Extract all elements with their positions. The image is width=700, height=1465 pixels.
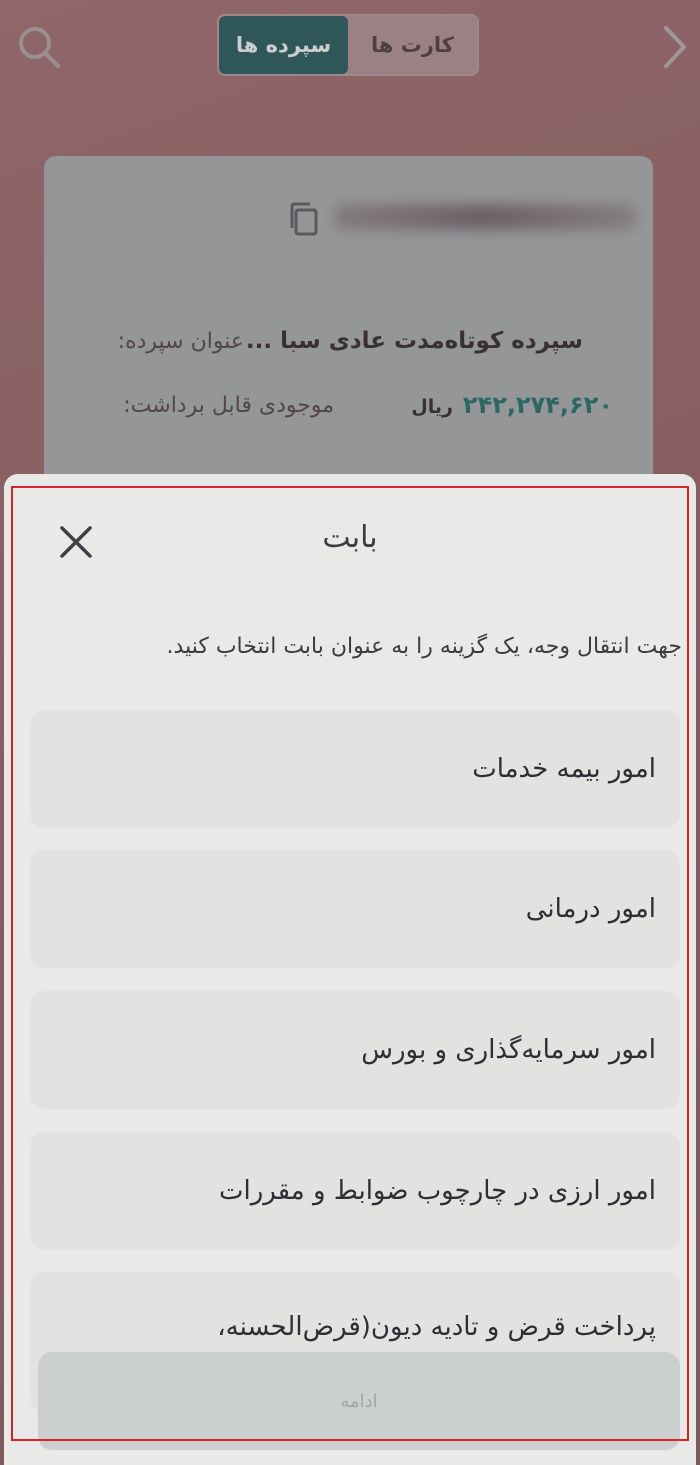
tab-deposits[interactable]: سپرده ها [219, 16, 348, 74]
option-medical[interactable]: امور درمانی [30, 850, 680, 968]
option-insurance-services[interactable]: امور بیمه خدمات [30, 710, 680, 828]
balance-unit: ریال [411, 396, 453, 418]
balance-label: موجودی قابل برداشت: [123, 392, 334, 418]
sheet-instruction: جهت انتقال وجه، یک گزینه را به عنوان باب… [166, 634, 682, 659]
close-icon[interactable] [56, 522, 96, 562]
deposit-title-row: عنوان سپرده: سپرده کوتاه‌مدت عادی سبا ..… [84, 328, 613, 354]
balance-row: موجودی قابل برداشت: ریال ۲۴۲,۲۷۴,۶۲۰ [84, 391, 613, 419]
chevron-right-icon[interactable] [654, 22, 694, 72]
tab-cards[interactable]: کارت ها [348, 16, 477, 74]
copy-icon[interactable] [286, 200, 322, 240]
continue-button[interactable]: ادامه [38, 1352, 680, 1450]
sheet-header: بابت [4, 502, 696, 574]
option-foreign-currency[interactable]: امور ارزی در چارچوب ضوابط و مقررات [30, 1132, 680, 1250]
deposit-title-value: سپرده کوتاه‌مدت عادی سبا ... [245, 328, 583, 354]
purpose-bottom-sheet: بابت جهت انتقال وجه، یک گزینه را به عنوا… [4, 474, 696, 1465]
account-number-blurred [334, 204, 636, 230]
top-bar: کارت ها سپرده ها [0, 0, 700, 100]
sheet-title: بابت [322, 520, 378, 555]
search-icon[interactable] [16, 24, 62, 70]
option-investment-stock[interactable]: امور سرمایه‌گذاری و بورس [30, 991, 680, 1109]
segmented-tabs: کارت ها سپرده ها [217, 14, 479, 76]
deposit-card: عنوان سپرده: سپرده کوتاه‌مدت عادی سبا ..… [44, 156, 653, 486]
balance-amount: ریال ۲۴۲,۲۷۴,۶۲۰ [334, 391, 613, 419]
deposit-title-label: عنوان سپرده: [117, 328, 244, 354]
balance-value: ۲۴۲,۲۷۴,۶۲۰ [462, 391, 613, 419]
